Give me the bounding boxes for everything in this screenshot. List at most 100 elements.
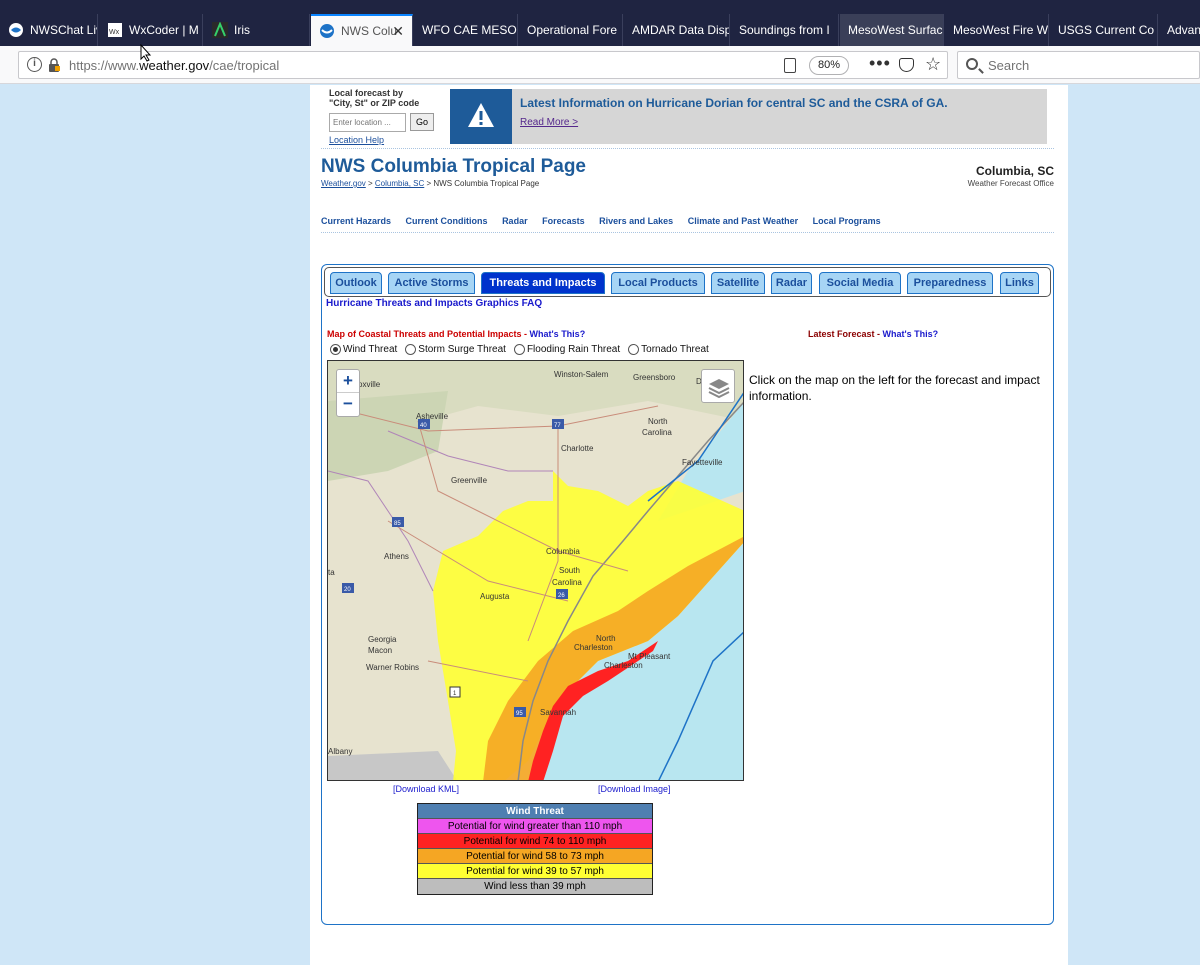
nav-rivers-lakes[interactable]: Rivers and Lakes xyxy=(599,216,673,226)
nav-climate[interactable]: Climate and Past Weather xyxy=(688,216,798,226)
nav-forecasts[interactable]: Forecasts xyxy=(542,216,585,226)
legend-row: Potential for wind 39 to 57 mph xyxy=(418,864,652,879)
map-label: Greenville xyxy=(451,476,488,485)
map-label: Georgia xyxy=(368,635,397,644)
read-more-link[interactable]: Read More > xyxy=(520,117,578,128)
legend-row: Potential for wind 58 to 73 mph xyxy=(418,849,652,864)
info-icon[interactable]: i xyxy=(27,57,42,72)
radio-button[interactable] xyxy=(405,344,417,355)
radio-tornado[interactable]: Tornado Threat xyxy=(628,344,709,355)
zoom-level[interactable]: 80% xyxy=(809,56,849,75)
browser-tab[interactable]: Iris xyxy=(204,14,310,46)
wind-threat-legend: Wind Threat Potential for wind greater t… xyxy=(417,803,653,895)
interstate-shield: 40 xyxy=(418,419,430,429)
radio-wind-threat[interactable]: Wind Threat xyxy=(330,344,397,355)
radio-button[interactable] xyxy=(330,344,341,355)
browser-tab[interactable]: Operational Fore xyxy=(519,14,623,46)
url-prefix: https://www. xyxy=(69,58,140,73)
radio-storm-surge[interactable]: Storm Surge Threat xyxy=(405,344,506,355)
browser-tab[interactable]: Wx WxCoder | M xyxy=(99,14,203,46)
interstate-label: 40 xyxy=(420,423,427,429)
legend-row: Potential for wind greater than 110 mph xyxy=(418,819,652,834)
browser-tab[interactable]: NWSChat Liv xyxy=(0,14,98,46)
location-input[interactable] xyxy=(329,113,406,132)
nav-radar[interactable]: Radar xyxy=(502,216,528,226)
layers-icon[interactable] xyxy=(701,369,735,403)
office-subtitle: Weather Forecast Office xyxy=(967,179,1054,188)
map-whats-this-link[interactable]: What's This? xyxy=(530,329,586,339)
map-label: Charlotte xyxy=(561,444,594,453)
breadcrumb-columbia[interactable]: Columbia, SC xyxy=(375,179,424,188)
browser-tab[interactable]: MesoWest Fire W xyxy=(945,14,1049,46)
radio-button[interactable] xyxy=(628,344,640,355)
radio-flooding-rain[interactable]: Flooding Rain Threat xyxy=(513,344,621,355)
nav-current-conditions[interactable]: Current Conditions xyxy=(406,216,488,226)
radio-button[interactable] xyxy=(513,344,525,355)
bookmark-star-icon[interactable]: ☆ xyxy=(925,54,941,75)
tab-links[interactable]: Links xyxy=(1000,272,1039,294)
breadcrumb-current: NWS Columbia Tropical Page xyxy=(433,179,540,188)
download-kml-link[interactable]: [Download KML] xyxy=(393,784,459,794)
mouse-cursor-icon xyxy=(140,44,152,62)
tab-active-storms[interactable]: Active Storms xyxy=(388,272,475,294)
page-title: NWS Columbia Tropical Page xyxy=(321,156,586,177)
browser-tab[interactable]: USGS Current Co xyxy=(1050,14,1158,46)
map-label: oxville xyxy=(358,380,381,389)
interstate-shield: 95 xyxy=(514,707,526,717)
map-zoom-control: + − xyxy=(336,369,360,417)
nav-local-programs[interactable]: Local Programs xyxy=(813,216,881,226)
browser-tab[interactable]: Soundings from I xyxy=(731,14,839,46)
faq-link[interactable]: Hurricane Threats and Impacts Graphics F… xyxy=(326,298,542,309)
tab-label: WFO CAE MESOS xyxy=(422,23,518,37)
tab-outlook[interactable]: Outlook xyxy=(330,272,382,294)
zoom-in-button[interactable]: + xyxy=(337,370,359,393)
tab-threats-impacts[interactable]: Threats and Impacts xyxy=(481,272,605,294)
go-button[interactable]: Go xyxy=(410,113,434,131)
map-label: Charleston xyxy=(574,643,613,652)
browser-tab[interactable]: Advan xyxy=(1159,14,1200,46)
download-image-link[interactable]: [Download Image] xyxy=(598,784,671,794)
nav-current-hazards[interactable]: Current Hazards xyxy=(321,216,391,226)
lock-icon[interactable] xyxy=(48,58,60,72)
url-text[interactable]: https://www.weather.gov/cae/tropical xyxy=(69,58,279,73)
reader-view-icon[interactable] xyxy=(784,58,796,73)
map-canvas: oxville Winston-Salem Greensboro D Ashev… xyxy=(328,361,743,780)
map-label: Albany xyxy=(328,747,352,756)
browser-tab[interactable]: WFO CAE MESOS xyxy=(414,14,518,46)
divider xyxy=(321,148,1054,149)
tab-social-media[interactable]: Social Media xyxy=(819,272,901,294)
wind-threat-map[interactable]: oxville Winston-Salem Greensboro D Ashev… xyxy=(327,360,744,781)
radio-label: Flooding Rain Threat xyxy=(526,344,621,355)
location-label: Local forecast by "City, St" or ZIP code xyxy=(329,88,419,108)
location-label-line2: "City, St" or ZIP code xyxy=(329,98,420,108)
page-actions-icon[interactable]: ••• xyxy=(869,53,891,74)
url-bar[interactable]: i https://www.weather.gov/cae/tropical 8… xyxy=(18,51,948,79)
browser-tab-bar: NWSChat Liv Wx WxCoder | M Iris NWS Colu… xyxy=(0,0,1200,46)
browser-tab[interactable]: AMDAR Data Disp xyxy=(624,14,730,46)
breadcrumb-weather-gov[interactable]: Weather.gov xyxy=(321,179,366,188)
forecast-whats-this-link[interactable]: What's This? xyxy=(883,329,939,339)
map-label: Greensboro xyxy=(633,373,676,382)
search-input[interactable]: Search xyxy=(957,51,1200,79)
tab-radar[interactable]: Radar xyxy=(771,272,812,294)
search-placeholder: Search xyxy=(988,58,1030,73)
map-label: South xyxy=(559,566,580,575)
tab-satellite[interactable]: Satellite xyxy=(711,272,765,294)
tab-preparedness[interactable]: Preparedness xyxy=(907,272,993,294)
hurricane-alert-banner: Latest Information on Hurricane Dorian f… xyxy=(450,89,1047,144)
location-help-link[interactable]: Location Help xyxy=(329,135,384,145)
legend-title: Wind Threat xyxy=(418,804,652,819)
browser-tab-active[interactable]: NWS Colu ✕ xyxy=(311,14,413,46)
tab-label: Operational Fore xyxy=(527,23,618,37)
map-label: Macon xyxy=(368,646,392,655)
radio-label: Wind Threat xyxy=(343,344,398,355)
zoom-out-button[interactable]: − xyxy=(337,393,359,416)
close-tab-icon[interactable]: ✕ xyxy=(392,23,404,40)
pocket-icon[interactable] xyxy=(899,58,914,72)
interstate-shield: 85 xyxy=(392,517,404,527)
interstate-label: 77 xyxy=(554,423,561,429)
tab-local-products[interactable]: Local Products xyxy=(611,272,705,294)
map-title: Map of Coastal Threats and Potential Imp… xyxy=(327,329,585,339)
browser-tab[interactable]: MesoWest Surfac xyxy=(840,14,944,46)
alert-title[interactable]: Latest Information on Hurricane Dorian f… xyxy=(520,96,948,110)
